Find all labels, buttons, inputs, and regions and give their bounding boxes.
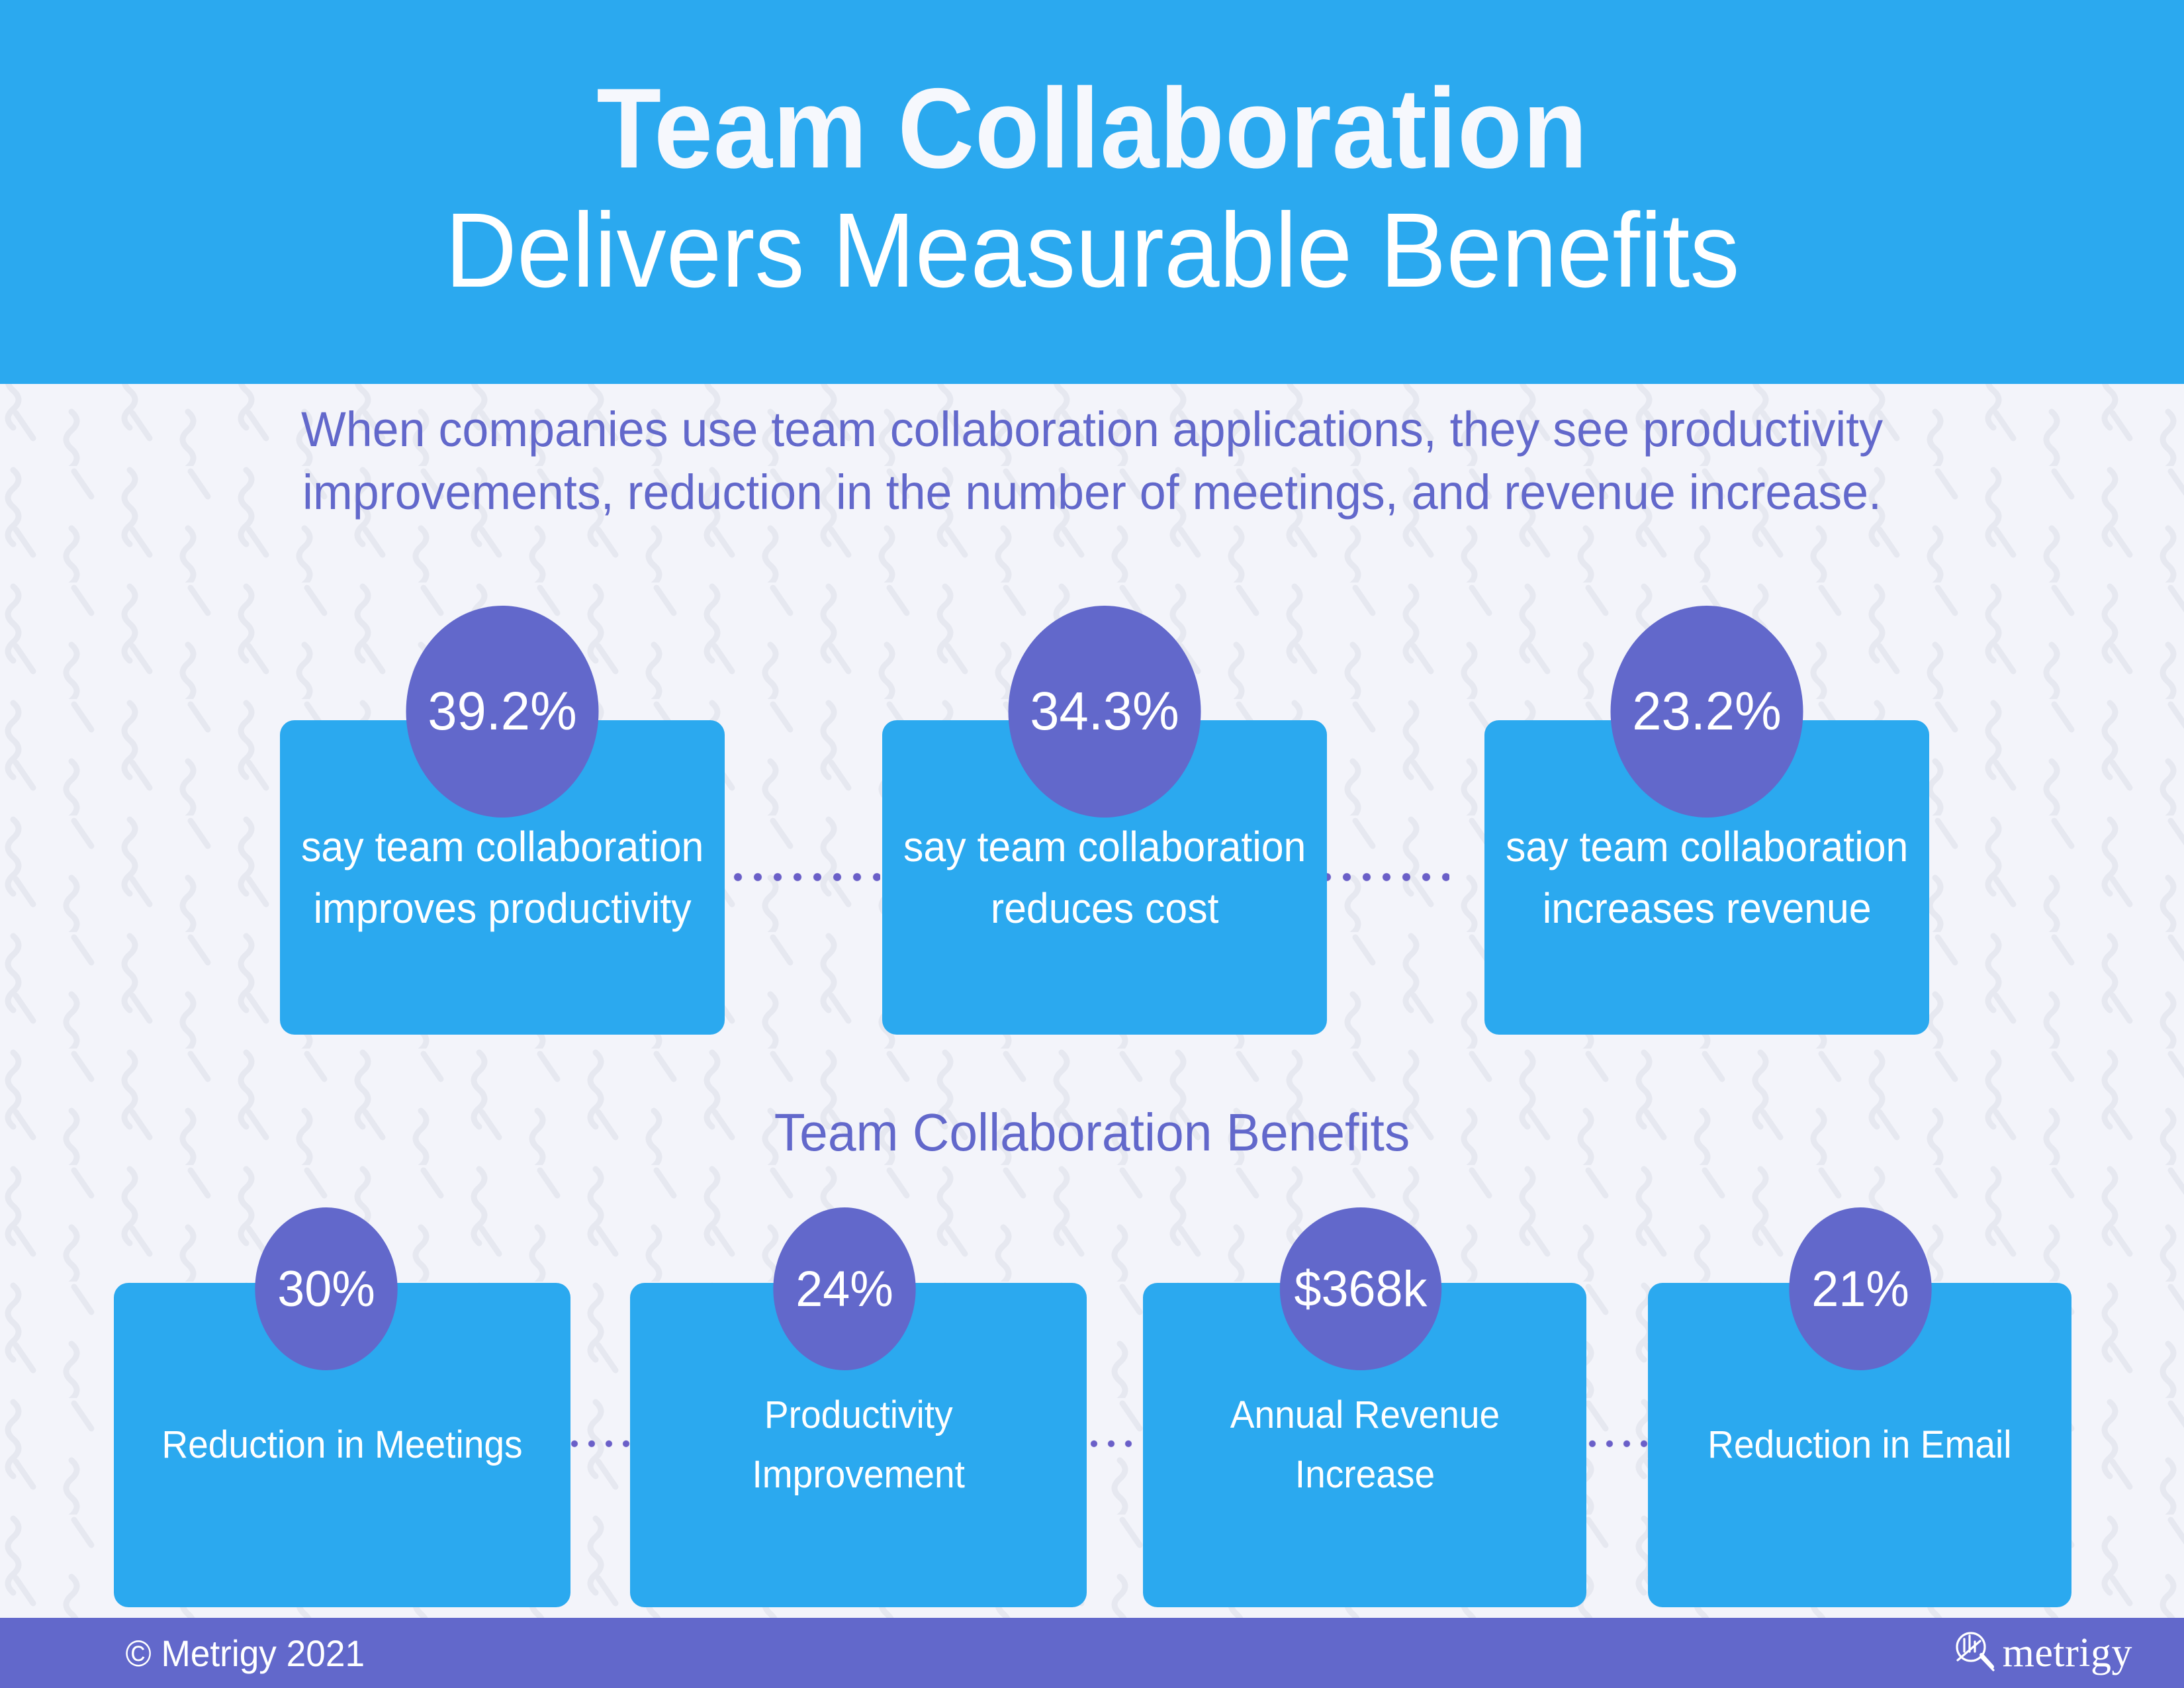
benefit-card-2-label-line2: Improvement [752, 1453, 965, 1496]
benefit-card-1-label: Reduction in Meetings [161, 1415, 522, 1475]
benefit-card-4-label-line1: Reduction in Email [1707, 1423, 2012, 1467]
stat-card-2-label: say team collaboration reduces cost [903, 816, 1306, 939]
benefit-card-1-label-line1: Reduction in Meetings [161, 1423, 523, 1467]
copyright-text: © Metrigy 2021 [125, 1632, 365, 1674]
benefit-badge-4: 21% [1789, 1207, 1932, 1370]
stat-card-1-label-line1: say team collaboration [300, 822, 704, 870]
stat-card-3-label-line1: say team collaboration [1505, 822, 1909, 870]
benefits-section-heading: Team Collaboration Benefits [774, 1103, 1410, 1162]
benefit-card-4-label: Reduction in Email [1707, 1415, 2011, 1475]
stat-card-2-label-line1: say team collaboration [903, 822, 1306, 870]
footer-bar: © Metrigy 2021 metrigy [0, 1618, 2184, 1688]
brand-wordmark: metrigy [2002, 1630, 2132, 1675]
benefit-card-2-label-line1: Productivity [764, 1393, 953, 1437]
stat-badge-1: 39.2% [406, 606, 599, 818]
intro-line-2: improvements, reduction in the number of… [302, 464, 1882, 520]
stat-card-3-label-line2: increases revenue [1542, 884, 1872, 932]
benefit-badge-3: $368k [1279, 1207, 1442, 1370]
benefit-badge-2: 24% [773, 1207, 916, 1370]
intro-line-1: When companies use team collaboration ap… [301, 402, 1883, 457]
benefit-badge-1: 30% [255, 1207, 398, 1370]
benefit-card-3-label-line1: Annual Revenue [1230, 1393, 1500, 1437]
connector-row1-1 [733, 872, 880, 882]
benefit-card-3-label-line2: Increase [1295, 1453, 1435, 1496]
intro-paragraph: When companies use team collaboration ap… [142, 399, 2042, 524]
page-subtitle: Delivers Measurable Benefits [444, 190, 1740, 309]
infographic-canvas: Team Collaboration Delivers Measurable B… [0, 0, 2184, 1688]
stat-card-1-label-line2: improves productivity [313, 884, 692, 932]
stat-card-3-label: say team collaboration increases revenue [1506, 816, 1908, 939]
page-title: Team Collaboration [596, 65, 1588, 193]
benefit-card-2-label: Productivity Improvement [752, 1385, 965, 1505]
stat-card-2-label-line2: reduces cost [990, 884, 1219, 932]
magnifier-chart-icon [1948, 1626, 1999, 1680]
metrigy-logo[interactable]: metrigy [1948, 1626, 2132, 1680]
stat-badge-2: 34.3% [1008, 606, 1201, 818]
benefit-card-3-label: Annual Revenue Increase [1230, 1385, 1499, 1505]
stat-card-1-label: say team collaboration improves producti… [301, 816, 704, 939]
stat-badge-3: 23.2% [1610, 606, 1803, 818]
header-band: Team Collaboration Delivers Measurable B… [0, 0, 2184, 384]
